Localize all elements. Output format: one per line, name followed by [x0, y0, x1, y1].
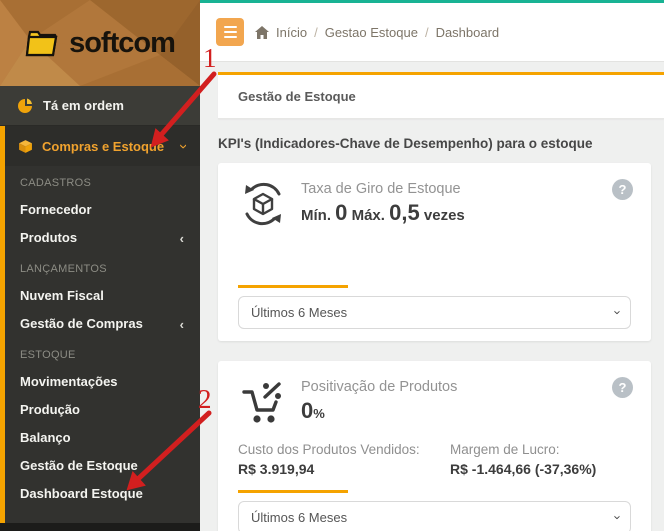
chevron-down-icon: ‹ — [175, 144, 190, 149]
card-value: 0% — [301, 398, 457, 424]
hamburger-menu-button[interactable] — [216, 18, 244, 46]
brand-logo: softcom — [0, 0, 200, 86]
accent-underline — [238, 285, 348, 288]
card-value: Mín. 0 Máx. 0,5 vezes — [301, 200, 465, 226]
sidebar-item-label: Nuvem Fiscal — [20, 288, 104, 303]
sidebar-item-compras-e-estoque[interactable]: Compras e Estoque ‹ — [5, 126, 200, 166]
sidebar-item-fornecedor[interactable]: Fornecedor — [5, 196, 200, 224]
sidebar-item-ta-em-ordem[interactable]: Tá em ordem — [0, 86, 200, 126]
page-title-panel: Gestão de Estoque — [218, 72, 664, 119]
breadcrumb-separator: / — [425, 25, 429, 40]
sidebar-section-cadastros: CADASTROS — [5, 170, 200, 196]
app-window: softcom Tá em ordem Compras e Estoque ‹ … — [0, 0, 664, 531]
period-select-value: Últimos 6 Meses — [251, 305, 347, 320]
inventory-turnover-icon — [238, 179, 288, 229]
top-bar: Início / Gestao Estoque / Dashboard — [200, 3, 664, 62]
breadcrumb-home[interactable]: Início — [276, 25, 307, 40]
sidebar-item-label: Movimentações — [20, 374, 118, 389]
help-icon[interactable]: ? — [612, 377, 633, 398]
kpi-section-heading: KPI's (Indicadores-Chave de Desempenho) … — [218, 136, 664, 151]
chevron-left-icon: ‹ — [180, 318, 184, 331]
card-title: Positivação de Produtos — [301, 379, 457, 395]
max-value: 0,5 — [389, 200, 420, 225]
period-select[interactable]: Últimos 6 Meses ‹ — [238, 501, 631, 531]
percentage-unit: % — [313, 406, 325, 421]
hamburger-bar — [224, 31, 237, 33]
pie-chart-icon — [17, 98, 33, 114]
sidebar-item-label: Dashboard Estoque — [20, 486, 143, 501]
sidebar-item-label: Gestão de Compras — [20, 316, 143, 331]
kpi-card-positivacao: Positivação de Produtos 0% ? Custo dos P… — [218, 361, 651, 531]
chevron-down-icon: ‹ — [609, 515, 622, 519]
sidebar-item-gestao-de-compras[interactable]: Gestão de Compras ‹ — [5, 310, 200, 338]
card-title: Taxa de Giro de Estoque — [301, 181, 465, 197]
sidebar-item-label: Compras e Estoque — [42, 139, 164, 154]
hamburger-bar — [224, 26, 237, 28]
max-label: Máx. — [352, 207, 385, 224]
sidebar-section-estoque: ESTOQUE — [5, 342, 200, 368]
sidebar-item-label: Produção — [20, 402, 80, 417]
min-value: 0 — [335, 200, 347, 225]
period-select-value: Últimos 6 Meses — [251, 510, 347, 525]
sidebar-menu: Compras e Estoque ‹ CADASTROS Fornecedor… — [0, 126, 200, 523]
sidebar-item-gestao-de-estoque[interactable]: Gestão de Estoque — [5, 452, 200, 480]
cube-icon — [18, 139, 33, 154]
kpi-card-taxa-de-giro: Taxa de Giro de Estoque Mín. 0 Máx. 0,5 … — [218, 163, 651, 341]
folder-icon — [25, 28, 63, 58]
value-unit: vezes — [424, 207, 465, 224]
stat-label: Custo dos Produtos Vendidos: — [238, 442, 450, 457]
sidebar-item-label: Gestão de Estoque — [20, 458, 138, 473]
sidebar-item-label: Balanço — [20, 430, 71, 445]
sidebar-item-label: Tá em ordem — [43, 98, 124, 113]
sidebar-item-balanco[interactable]: Balanço — [5, 424, 200, 452]
stat-value: R$ 3.919,94 — [238, 461, 450, 477]
breadcrumb-dashboard[interactable]: Dashboard — [436, 25, 500, 40]
sidebar-item-nuvem-fiscal[interactable]: Nuvem Fiscal — [5, 282, 200, 310]
sidebar-footer — [0, 523, 200, 531]
accent-underline — [238, 490, 348, 493]
period-select[interactable]: Últimos 6 Meses ‹ — [238, 296, 631, 329]
stat-value: R$ -1.464,66 (-37,36%) — [450, 461, 662, 477]
chevron-left-icon: ‹ — [180, 232, 184, 245]
home-icon — [255, 26, 269, 39]
min-label: Mín. — [301, 207, 331, 224]
hamburger-bar — [224, 36, 237, 38]
percentage-value: 0 — [301, 398, 313, 423]
brand-name: softcom — [69, 27, 175, 60]
breadcrumb-gestao-estoque[interactable]: Gestao Estoque — [325, 25, 418, 40]
help-icon[interactable]: ? — [612, 179, 633, 200]
stat-label: Margem de Lucro: — [450, 442, 662, 457]
stat-margem-de-lucro: Margem de Lucro: R$ -1.464,66 (-37,36%) — [450, 442, 662, 477]
page-title: Gestão de Estoque — [238, 89, 644, 104]
breadcrumb: Início / Gestao Estoque / Dashboard — [255, 25, 499, 40]
shopping-cart-icon — [238, 377, 288, 427]
sidebar: softcom Tá em ordem Compras e Estoque ‹ … — [0, 0, 200, 531]
sidebar-section-lancamentos: LANÇAMENTOS — [5, 256, 200, 282]
stat-custo-produtos-vendidos: Custo dos Produtos Vendidos: R$ 3.919,94 — [238, 442, 450, 477]
sidebar-item-label: Fornecedor — [20, 202, 92, 217]
chevron-down-icon: ‹ — [609, 310, 622, 314]
sidebar-item-produtos[interactable]: Produtos ‹ — [5, 224, 200, 252]
card-stats: Custo dos Produtos Vendidos: R$ 3.919,94… — [238, 442, 631, 477]
sidebar-item-label: Produtos — [20, 230, 77, 245]
main-area: Início / Gestao Estoque / Dashboard Gest… — [200, 0, 664, 531]
sidebar-item-producao[interactable]: Produção — [5, 396, 200, 424]
sidebar-item-dashboard-estoque[interactable]: Dashboard Estoque — [5, 480, 200, 508]
sidebar-item-movimentacoes[interactable]: Movimentações — [5, 368, 200, 396]
breadcrumb-separator: / — [314, 25, 318, 40]
